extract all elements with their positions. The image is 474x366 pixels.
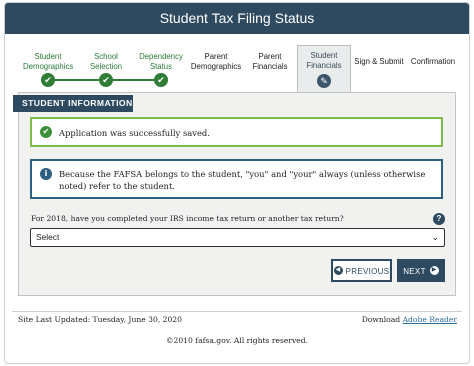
progress-steps: Student Demographics ✔ School Selection ✔ … bbox=[23, 45, 461, 95]
check-icon: ✔ bbox=[41, 73, 55, 87]
page-title: Student Tax Filing Status bbox=[5, 3, 469, 34]
check-icon: ✔ bbox=[99, 73, 113, 87]
info-icon: i bbox=[40, 168, 52, 180]
step-label: Selection bbox=[89, 61, 123, 71]
success-alert: ✔ Application was successfully saved. bbox=[30, 117, 443, 147]
adobe-reader-link[interactable]: Adobe Reader bbox=[403, 315, 457, 324]
step-confirmation[interactable]: Confirmation bbox=[407, 47, 459, 93]
step-sign-submit[interactable]: Sign & Submit bbox=[353, 47, 405, 93]
arrow-right-icon: ▶ bbox=[429, 266, 439, 276]
download-reader: Download Adobe Reader bbox=[362, 315, 457, 324]
check-icon: ✔ bbox=[154, 73, 168, 87]
student-info-panel: STUDENT INFORMATION ✔ Application was su… bbox=[13, 92, 456, 296]
info-alert: i Because the FAFSA belongs to the stude… bbox=[30, 159, 443, 199]
step-label: Financials bbox=[252, 61, 288, 71]
site-last-updated: Site Last Updated: Tuesday, June 30, 202… bbox=[18, 315, 182, 324]
step-label: Parent bbox=[204, 52, 228, 61]
footer-divider bbox=[12, 311, 462, 312]
select-value: Select bbox=[36, 232, 60, 242]
chevron-down-icon: ⌄ bbox=[431, 232, 439, 242]
tax-return-question: For 2018, have you completed your IRS in… bbox=[31, 214, 344, 223]
step-label: Demographics bbox=[190, 61, 242, 71]
step-label: Student bbox=[34, 52, 62, 61]
step-label: Demographics bbox=[23, 61, 74, 71]
step-student-demographics[interactable]: Student Demographics ✔ bbox=[23, 47, 73, 93]
help-icon[interactable]: ? bbox=[433, 213, 445, 225]
copyright: ©2010 fafsa.gov. All rights reserved. bbox=[165, 336, 309, 345]
step-label: Financials bbox=[306, 60, 342, 70]
next-button-label: NEXT bbox=[403, 267, 426, 276]
step-label: School bbox=[94, 52, 118, 61]
previous-button[interactable]: ◀ PREVIOUS bbox=[331, 259, 392, 282]
arrow-left-icon: ◀ bbox=[333, 266, 343, 276]
step-student-financials[interactable]: Student Financials ✎ bbox=[297, 45, 351, 95]
success-alert-text: Application was successfully saved. bbox=[59, 128, 210, 138]
step-label: Status bbox=[149, 61, 173, 71]
next-button[interactable]: NEXT ▶ bbox=[397, 259, 445, 282]
step-school-selection[interactable]: School Selection ✔ bbox=[81, 47, 131, 93]
step-parent-financials[interactable]: Parent Financials bbox=[245, 47, 295, 93]
step-label: Dependency bbox=[139, 52, 183, 61]
tax-return-select[interactable]: Select ⌄ bbox=[30, 228, 445, 247]
step-dependency-status[interactable]: Dependency Status ✔ bbox=[135, 47, 187, 93]
check-circle-icon: ✔ bbox=[40, 126, 52, 138]
info-alert-text: Because the FAFSA belongs to the student… bbox=[59, 169, 426, 191]
step-label: Parent bbox=[258, 52, 282, 61]
download-prefix: Download bbox=[361, 315, 401, 324]
step-label: Sign & Submit bbox=[354, 57, 404, 66]
step-parent-demographics[interactable]: Parent Demographics bbox=[189, 47, 243, 93]
previous-button-label: PREVIOUS bbox=[345, 267, 390, 276]
step-label: Student bbox=[310, 51, 338, 60]
step-label: Confirmation bbox=[410, 57, 456, 66]
section-title: STUDENT INFORMATION bbox=[13, 95, 133, 112]
pencil-icon: ✎ bbox=[317, 74, 331, 88]
